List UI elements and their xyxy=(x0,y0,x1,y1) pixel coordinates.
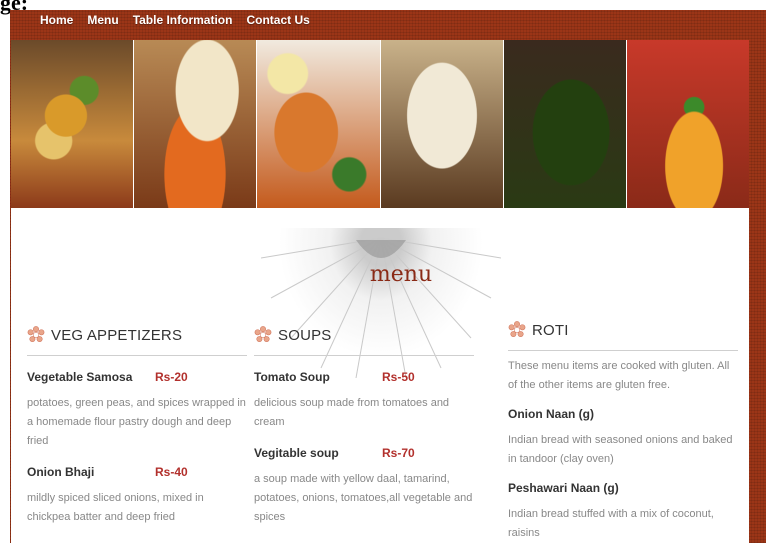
item-price: Rs-70 xyxy=(382,446,415,460)
item-name: Onion Bhaji xyxy=(27,465,95,479)
banner-photo-curry xyxy=(11,40,135,208)
flower-icon xyxy=(254,326,272,343)
menu-content: menu VEG APPETIZERS Vegetable Samosa Rs-… xyxy=(11,208,749,543)
menu-item: Vegitable soup Rs-70 xyxy=(254,446,474,460)
column-title: SOUPS xyxy=(278,326,332,344)
menu-item: Tomato Soup Rs-50 xyxy=(254,370,474,384)
item-name: Tomato Soup xyxy=(254,370,330,384)
banner-photo-naan xyxy=(380,40,504,208)
main-nav: Home Menu Table Information Contact Us xyxy=(40,13,324,35)
item-description: potatoes, green peas, and spices wrapped… xyxy=(27,397,246,447)
menu-heading: menu xyxy=(369,262,433,287)
banner-photo-saag xyxy=(503,40,627,208)
item-description: a soup made with yellow daal, tamarind, … xyxy=(254,473,473,523)
item-description: mildly spiced sliced onions, mixed in ch… xyxy=(27,492,204,523)
item-name: Vegitable soup xyxy=(254,446,339,460)
banner-photo-dessert xyxy=(626,40,750,208)
item-name: Vegetable Samosa xyxy=(27,370,133,384)
banner-photo-naan-curry xyxy=(134,40,258,208)
column-title: VEG APPETIZERS xyxy=(51,326,183,344)
menu-item: Onion Bhaji Rs-40 xyxy=(27,465,247,479)
roti-header: ROTI xyxy=(508,318,738,351)
food-banner xyxy=(11,40,750,208)
column-title: ROTI xyxy=(532,321,569,339)
menu-item: Vegetable Samosa Rs-20 xyxy=(27,370,247,384)
nav-contact-us-link[interactable]: Contact Us xyxy=(246,13,309,35)
item-description: delicious soup made from tomatoes and cr… xyxy=(254,397,450,428)
item-name: Onion Naan (g) xyxy=(508,407,594,421)
item-name: Peshawari Naan (g) xyxy=(508,481,619,495)
roti-column: ROTI These menu items are cooked with gl… xyxy=(508,318,738,543)
soups-header: SOUPS xyxy=(254,323,474,356)
flower-icon xyxy=(27,326,45,343)
item-price: Rs-50 xyxy=(382,370,415,384)
flower-icon xyxy=(508,321,526,338)
soups-column: SOUPS Tomato Soup Rs-50 delicious soup m… xyxy=(254,323,474,527)
gluten-note: These menu items are cooked with gluten.… xyxy=(508,360,730,391)
item-price: Rs-40 xyxy=(155,465,188,479)
item-price: Rs-20 xyxy=(155,370,188,384)
nav-home-link[interactable]: Home xyxy=(40,13,73,35)
nav-menu-link[interactable]: Menu xyxy=(87,13,118,35)
nav-table-information-link[interactable]: Table Information xyxy=(133,13,233,35)
banner-photo-tandoori xyxy=(257,40,381,208)
veg-appetizers-column: VEG APPETIZERS Vegetable Samosa Rs-20 po… xyxy=(27,323,247,527)
item-description: Indian bread with seasoned onions and ba… xyxy=(508,434,733,465)
veg-appetizers-header: VEG APPETIZERS xyxy=(27,323,247,356)
item-description: Indian bread stuffed with a mix of cocon… xyxy=(508,508,714,539)
